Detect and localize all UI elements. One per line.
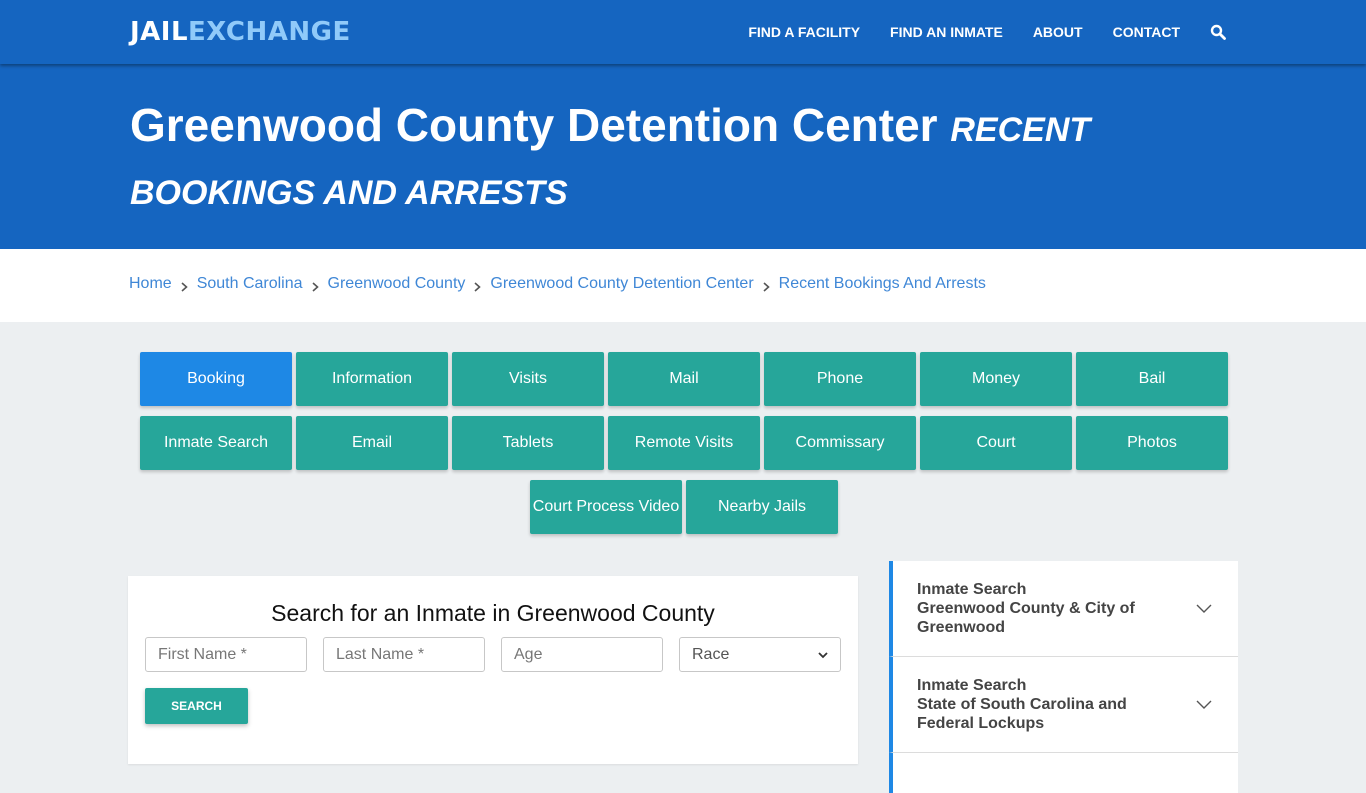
- page-hero: Greenwood County Detention Center Recent…: [0, 64, 1366, 249]
- tab-mail[interactable]: Mail: [608, 352, 760, 406]
- nav-contact[interactable]: CONTACT: [1113, 24, 1180, 40]
- accordion-state-search[interactable]: Inmate Search State of South Carolina an…: [889, 657, 1238, 753]
- accordion-label: Inmate Search Greenwood County & City of…: [917, 580, 1187, 637]
- chevron-right-icon: [474, 279, 482, 292]
- last-name-input[interactable]: [323, 637, 485, 672]
- facility-name: Greenwood County Detention Center: [130, 99, 938, 151]
- search-button[interactable]: SEARCH: [145, 688, 248, 724]
- search-icon[interactable]: [1210, 24, 1226, 40]
- tab-bail[interactable]: Bail: [1076, 352, 1228, 406]
- accordion-title: Inmate Search: [917, 581, 1027, 598]
- tab-row: Inmate Search Email Tablets Remote Visit…: [139, 416, 1229, 470]
- tab-information[interactable]: Information: [296, 352, 448, 406]
- tab-photos[interactable]: Photos: [1076, 416, 1228, 470]
- accordion-next[interactable]: [889, 753, 1238, 793]
- race-select-value: Race: [692, 645, 730, 663]
- search-title: Search for an Inmate in Greenwood County: [271, 600, 715, 626]
- tab-court-process-video[interactable]: Court Process Video: [530, 480, 682, 534]
- tab-visits[interactable]: Visits: [452, 352, 604, 406]
- tab-row: Court Process Video Nearby Jails: [139, 480, 1229, 534]
- tab-email[interactable]: Email: [296, 416, 448, 470]
- nav-about[interactable]: ABOUT: [1033, 24, 1083, 40]
- tab-tablets[interactable]: Tablets: [452, 416, 604, 470]
- breadcrumb-state[interactable]: South Carolina: [197, 275, 303, 293]
- search-sidebar: Inmate Search Greenwood County & City of…: [889, 561, 1238, 793]
- chevron-right-icon: [763, 279, 770, 292]
- breadcrumb-facility[interactable]: Greenwood County Detention Center: [490, 275, 753, 293]
- tab-phone[interactable]: Phone: [764, 352, 916, 406]
- nav-find-inmate[interactable]: FIND AN INMATE: [890, 24, 1003, 40]
- facility-tabs: Booking Information Visits Mail Phone Mo…: [139, 352, 1229, 544]
- race-select[interactable]: Race: [679, 637, 841, 672]
- breadcrumb: Home South Carolina Greenwood County Gre…: [129, 275, 986, 293]
- tab-commissary[interactable]: Commissary: [764, 416, 916, 470]
- tab-nearby-jails[interactable]: Nearby Jails: [686, 480, 838, 534]
- top-navbar: JAILEXCHANGE FIND A FACILITY FIND AN INM…: [0, 0, 1366, 64]
- accordion-title: Inmate Search: [917, 677, 1027, 694]
- accordion-label: Inmate Search State of South Carolina an…: [917, 676, 1187, 733]
- chevron-right-icon: [181, 279, 188, 292]
- logo-jail: JAIL: [130, 17, 189, 47]
- tab-inmate-search[interactable]: Inmate Search: [140, 416, 292, 470]
- accordion-subtitle: Greenwood County & City of Greenwood: [917, 600, 1135, 636]
- page-title: Greenwood County Detention Center Recent…: [130, 96, 1240, 222]
- chevron-down-icon: [1196, 601, 1212, 613]
- first-name-input[interactable]: [145, 637, 307, 672]
- logo-exchange: EXCHANGE: [188, 17, 351, 47]
- breadcrumb-county[interactable]: Greenwood County: [328, 275, 466, 293]
- breadcrumb-home[interactable]: Home: [129, 275, 172, 293]
- breadcrumb-current[interactable]: Recent Bookings And Arrests: [779, 275, 986, 293]
- accordion-county-search[interactable]: Inmate Search Greenwood County & City of…: [889, 561, 1238, 657]
- nav-find-facility[interactable]: FIND A FACILITY: [748, 24, 860, 40]
- chevron-down-icon: [1196, 697, 1212, 709]
- chevron-down-icon: [818, 646, 828, 664]
- tab-court[interactable]: Court: [920, 416, 1072, 470]
- site-logo[interactable]: JAILEXCHANGE: [130, 16, 351, 48]
- tab-row: Booking Information Visits Mail Phone Mo…: [139, 352, 1229, 406]
- main-nav: FIND A FACILITY FIND AN INMATE ABOUT CON…: [718, 0, 1226, 64]
- age-input[interactable]: [501, 637, 663, 672]
- inmate-search-card: Search for an Inmate in Greenwood County…: [128, 576, 858, 764]
- tab-booking[interactable]: Booking: [140, 352, 292, 406]
- breadcrumb-bar: Home South Carolina Greenwood County Gre…: [0, 249, 1366, 322]
- tab-remote-visits[interactable]: Remote Visits: [608, 416, 760, 470]
- chevron-right-icon: [311, 279, 319, 292]
- accordion-subtitle: State of South Carolina and Federal Lock…: [917, 696, 1127, 732]
- tab-money[interactable]: Money: [920, 352, 1072, 406]
